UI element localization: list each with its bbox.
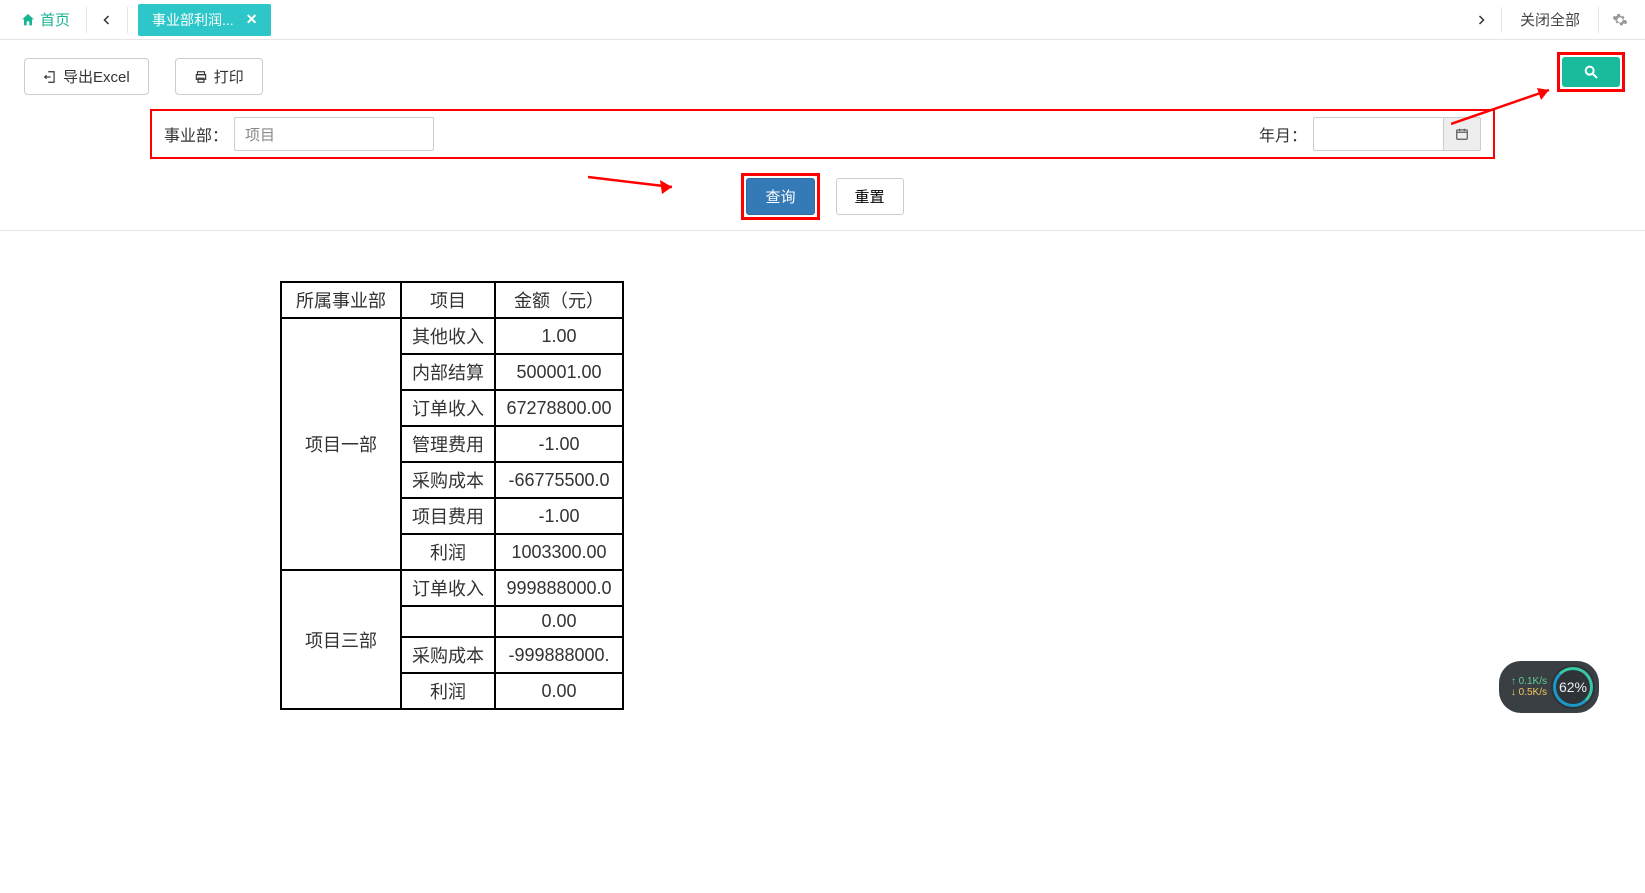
- search-toggle-button[interactable]: [1562, 57, 1620, 87]
- filter-month-input[interactable]: [1313, 117, 1443, 151]
- print-icon: [194, 70, 208, 84]
- action-row: 查询 重置: [0, 173, 1645, 220]
- tab-close-all-label: 关闭全部: [1520, 12, 1580, 29]
- cell-item: 订单收入: [401, 570, 495, 606]
- cell-item: 采购成本: [401, 462, 495, 498]
- cell-item: 管理费用: [401, 426, 495, 462]
- col-header-item: 项目: [401, 282, 495, 318]
- cell-amount: -1.00: [495, 498, 623, 534]
- cell-amount: 1.00: [495, 318, 623, 354]
- close-icon[interactable]: ✕: [246, 11, 258, 28]
- tab-active-label: 事业部利润...: [152, 10, 234, 30]
- cell-amount: 500001.00: [495, 354, 623, 390]
- chevron-right-icon: [1475, 13, 1487, 27]
- export-excel-label: 导出Excel: [63, 66, 130, 87]
- cell-dept: 项目一部: [281, 318, 401, 570]
- cell-amount: 999888000.0: [495, 570, 623, 606]
- content-area: 所属事业部 项目 金额（元） 项目一部其他收入1.00内部结算500001.00…: [0, 230, 1645, 890]
- toolbar: 导出Excel 打印: [0, 40, 1645, 109]
- cell-item: 利润: [401, 534, 495, 570]
- filter-month-label: 年月：: [1259, 122, 1307, 146]
- export-icon: [43, 70, 57, 84]
- table-header-row: 所属事业部 项目 金额（元）: [281, 282, 623, 318]
- net-upload-speed: ↑ 0.1K/s: [1511, 676, 1547, 688]
- cell-amount: 0.00: [495, 606, 623, 637]
- gear-icon: [1612, 12, 1628, 28]
- home-icon: [20, 12, 36, 28]
- reset-button[interactable]: 重置: [836, 178, 904, 215]
- chevron-left-icon: [101, 13, 113, 27]
- tab-prev-button[interactable]: [91, 4, 123, 36]
- cell-amount: 1003300.00: [495, 534, 623, 570]
- divider: [1501, 7, 1502, 33]
- result-table: 所属事业部 项目 金额（元） 项目一部其他收入1.00内部结算500001.00…: [280, 281, 624, 710]
- filter-dept-input[interactable]: [234, 117, 434, 151]
- tab-home-label: 首页: [40, 9, 70, 30]
- col-header-amount: 金额（元）: [495, 282, 623, 318]
- cell-item: 其他收入: [401, 318, 495, 354]
- annotation-highlight: [1557, 52, 1625, 92]
- annotation-highlight: 查询: [741, 173, 819, 220]
- cell-amount: 0.00: [495, 673, 623, 709]
- print-button[interactable]: 打印: [175, 58, 263, 95]
- tab-home[interactable]: 首页: [8, 3, 82, 36]
- cell-amount: -999888000.: [495, 637, 623, 673]
- table-row: 项目三部订单收入999888000.0: [281, 570, 623, 606]
- network-speed-widget: ↑ 0.1K/s ↓ 0.5K/s 62%: [1499, 661, 1599, 713]
- cell-amount: -66775500.0: [495, 462, 623, 498]
- table-row: 项目一部其他收入1.00: [281, 318, 623, 354]
- col-header-dept: 所属事业部: [281, 282, 401, 318]
- print-label: 打印: [214, 66, 244, 87]
- date-picker-button[interactable]: [1443, 117, 1481, 151]
- annotation-arrow: [588, 173, 684, 199]
- search-icon: [1583, 64, 1599, 80]
- export-excel-button[interactable]: 导出Excel: [24, 58, 149, 95]
- cell-amount: 67278800.00: [495, 390, 623, 426]
- cell-dept: 项目三部: [281, 570, 401, 709]
- divider: [127, 7, 128, 33]
- cell-amount: -1.00: [495, 426, 623, 462]
- tab-bar: 首页 事业部利润... ✕ 关闭全部: [0, 0, 1645, 40]
- calendar-icon: [1455, 127, 1469, 141]
- tab-active[interactable]: 事业部利润... ✕: [138, 4, 271, 36]
- divider: [86, 7, 87, 33]
- cell-item: 项目费用: [401, 498, 495, 534]
- net-download-speed: ↓ 0.5K/s: [1511, 687, 1547, 699]
- reset-label: 重置: [855, 189, 885, 206]
- cell-item: 采购成本: [401, 637, 495, 673]
- cell-item: [401, 606, 495, 637]
- net-usage-percent: 62%: [1559, 679, 1587, 695]
- query-label: 查询: [765, 189, 795, 206]
- cell-item: 利润: [401, 673, 495, 709]
- net-usage-dial: 62%: [1551, 665, 1595, 709]
- filter-dept-group: 事业部：: [164, 117, 434, 151]
- cell-item: 订单收入: [401, 390, 495, 426]
- cell-item: 内部结算: [401, 354, 495, 390]
- tab-close-all-button[interactable]: 关闭全部: [1506, 3, 1594, 36]
- tab-settings-button[interactable]: [1603, 3, 1637, 37]
- query-button[interactable]: 查询: [746, 178, 814, 215]
- divider: [1598, 7, 1599, 33]
- filter-panel: 事业部： 年月：: [150, 109, 1495, 159]
- filter-month-group: 年月：: [1259, 117, 1481, 151]
- filter-dept-label: 事业部：: [164, 122, 228, 146]
- tab-next-button[interactable]: [1465, 4, 1497, 36]
